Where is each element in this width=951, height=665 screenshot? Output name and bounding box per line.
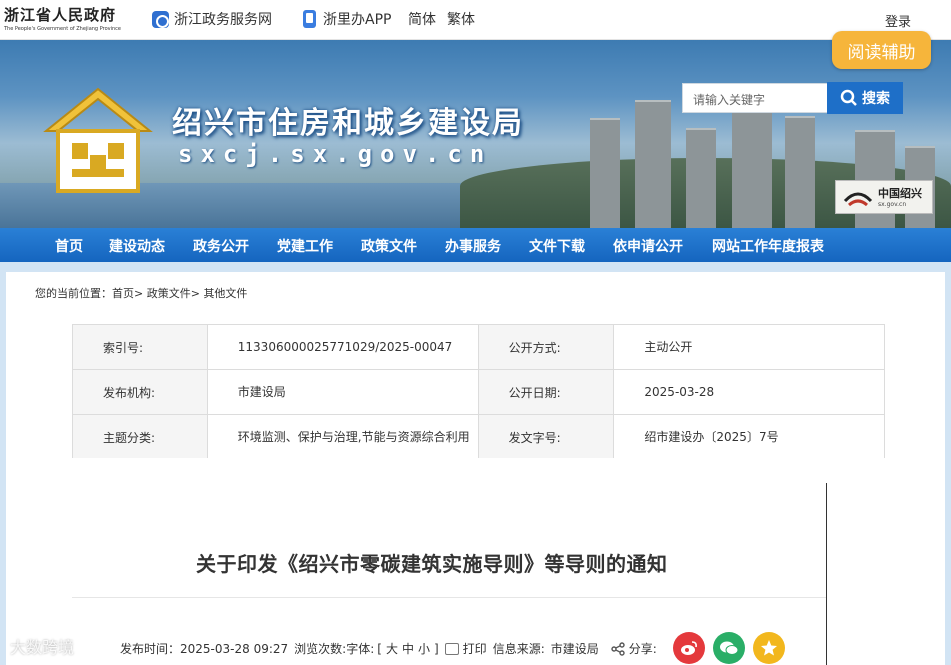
- service-net-link[interactable]: 浙江政务服务网: [152, 9, 272, 29]
- print-button[interactable]: 打印: [463, 640, 487, 657]
- breadcrumb-item-other[interactable]: 其他文件: [203, 287, 247, 300]
- breadcrumb-prefix: 您的当前位置：: [35, 287, 112, 300]
- watermark: 大数跨境: [10, 638, 75, 657]
- index-label: 索引号:: [72, 324, 208, 370]
- font-bracket-close: ]: [433, 641, 439, 656]
- nav-item-services[interactable]: 办事服务: [445, 236, 501, 256]
- site-banner: 绍兴市住房和城乡建设局 sxcj.sx.gov.cn 请输入关键字 搜索 中国绍…: [0, 40, 951, 228]
- breadcrumb-item-home[interactable]: 首页: [112, 287, 134, 300]
- nav-item-gov-affairs[interactable]: 政务公开: [193, 236, 249, 256]
- nav-item-party-building[interactable]: 党建工作: [277, 236, 333, 256]
- gov-name: 浙江省人民政府: [4, 6, 117, 24]
- document-meta-bar: 发布时间： 2025-03-28 09:27 浏览次数: 字体: [ 大 中 小…: [120, 640, 657, 657]
- publisher-label: 发布机构:: [72, 369, 208, 415]
- font-large-button[interactable]: 大: [386, 640, 398, 657]
- publish-time-value: 2025-03-28 09:27: [180, 641, 289, 656]
- city-logo-name: 中国绍兴: [878, 187, 922, 200]
- site-domain: sxcj.sx.gov.cn: [178, 140, 493, 168]
- share-icon: [611, 641, 625, 656]
- share-label: 分享:: [628, 642, 657, 656]
- doc-number-value: 绍市建设办〔2025〕7号: [613, 414, 885, 460]
- qzone-icon[interactable]: [753, 632, 785, 664]
- app-label: 浙里办APP: [323, 12, 392, 28]
- zhejiang-gov-logo[interactable]: 浙江省人民政府 The People's Government of Zheji…: [4, 4, 121, 32]
- print-icon[interactable]: [444, 642, 459, 655]
- document-info-table: 索引号: 113306000025771029/2025-00047 公开方式:…: [72, 324, 885, 460]
- nav-item-apply-disclosure[interactable]: 依申请公开: [613, 236, 683, 256]
- open-method-value: 主动公开: [613, 324, 885, 370]
- banner-building: [635, 100, 671, 228]
- publish-time-label: 发布时间：: [120, 642, 181, 656]
- font-size-label: 字体:: [346, 642, 375, 656]
- banner-building: [590, 118, 620, 228]
- traditional-link[interactable]: 繁体: [447, 9, 475, 29]
- breadcrumb: 您的当前位置：首页> 政策文件> 其他文件: [35, 285, 247, 301]
- banner-building: [785, 116, 815, 228]
- reading-assist-button[interactable]: 阅读辅助: [832, 31, 931, 69]
- font-bracket-open: [: [377, 641, 382, 656]
- open-method-label: 公开方式:: [477, 324, 615, 370]
- top-bar: 浙江省人民政府 The People's Government of Zheji…: [0, 0, 951, 40]
- search-button[interactable]: 搜索: [827, 82, 903, 114]
- zhejiang-service-icon: [152, 10, 169, 28]
- nav-item-home[interactable]: 首页: [55, 236, 83, 256]
- doc-number-label: 发文字号:: [477, 414, 615, 460]
- banner-building: [686, 128, 716, 228]
- weibo-icon[interactable]: [673, 632, 705, 664]
- topic-label: 主题分类:: [72, 414, 208, 460]
- service-net-label: 浙江政务服务网: [174, 12, 272, 28]
- main-nav: 首页 建设动态 政务公开 党建工作 政策文件 办事服务 文件下载 依申请公开 网…: [0, 228, 951, 262]
- title-divider: [72, 597, 826, 598]
- simplified-link[interactable]: 简体: [408, 9, 436, 29]
- open-date-label: 公开日期:: [477, 369, 615, 415]
- search-input[interactable]: 请输入关键字: [682, 83, 828, 113]
- nav-item-policy-files[interactable]: 政策文件: [361, 236, 417, 256]
- font-medium-button[interactable]: 中: [402, 640, 414, 657]
- bureau-emblem-icon: [43, 87, 153, 193]
- table-row: 索引号: 113306000025771029/2025-00047 公开方式:…: [72, 324, 885, 370]
- nav-item-annual-report[interactable]: 网站工作年度报表: [712, 236, 824, 256]
- breadcrumb-item-policy[interactable]: 政策文件: [147, 287, 191, 300]
- nav-item-downloads[interactable]: 文件下载: [529, 236, 585, 256]
- city-logo-url: sx.gov.cn: [878, 201, 907, 208]
- breadcrumb-separator: >: [190, 287, 200, 300]
- source-label: 信息来源:: [492, 642, 545, 656]
- index-value: 113306000025771029/2025-00047: [206, 324, 479, 370]
- source-value: 市建设局: [550, 642, 599, 656]
- open-date-value: 2025-03-28: [613, 369, 885, 415]
- breadcrumb-separator: >: [134, 287, 144, 300]
- font-small-button[interactable]: 小: [418, 640, 430, 657]
- views-label: 浏览次数:: [294, 642, 347, 656]
- nav-item-construction-news[interactable]: 建设动态: [109, 236, 165, 256]
- login-link[interactable]: 登录: [885, 11, 911, 30]
- search-icon: [840, 89, 857, 106]
- wechat-icon[interactable]: [713, 632, 745, 664]
- gov-name-en: The People's Government of Zhejiang Prov…: [4, 26, 121, 32]
- topic-value: 环境监测、保护与治理,节能与资源综合利用: [206, 414, 479, 460]
- table-row: 主题分类: 环境监测、保护与治理,节能与资源综合利用 发文字号: 绍市建设办〔2…: [72, 414, 885, 460]
- shaoxing-mark-icon: [843, 192, 873, 207]
- site-title: 绍兴市住房和城乡建设局: [172, 106, 524, 141]
- search-button-label: 搜索: [862, 91, 890, 107]
- document-title: 关于印发《绍兴市零碳建筑实施导则》等导则的通知: [196, 552, 668, 576]
- phone-app-icon: [303, 10, 316, 28]
- shaoxing-city-logo[interactable]: 中国绍兴 sx.gov.cn: [835, 180, 933, 214]
- content-divider: [826, 483, 827, 665]
- app-link[interactable]: 浙里办APP: [303, 9, 391, 29]
- table-row: 发布机构: 市建设局 公开日期: 2025-03-28: [72, 369, 885, 415]
- banner-building: [732, 96, 772, 228]
- publisher-value: 市建设局: [206, 369, 479, 415]
